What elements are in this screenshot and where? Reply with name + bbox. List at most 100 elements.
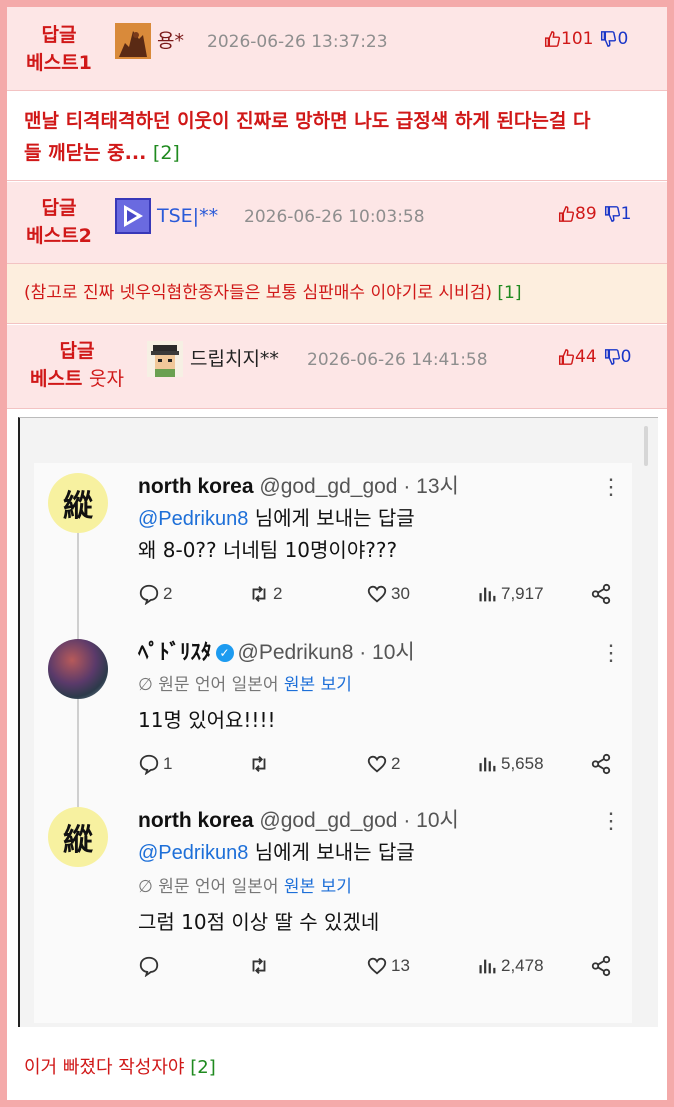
bar-chart-icon — [479, 757, 496, 772]
user-avatar[interactable] — [115, 23, 151, 59]
comment-date: 2026-06-26 14:41:58 — [307, 350, 488, 370]
best-reply-badge: 답글 베스트1 — [19, 21, 99, 77]
user-avatar[interactable] — [115, 198, 151, 234]
share-button[interactable] — [590, 951, 615, 981]
translate-icon: ∅ — [138, 877, 153, 897]
tweet-header: ﾍﾟﾄﾞﾘｽﾀ ✓ @Pedrikun8 · 10시 — [138, 639, 415, 667]
views-button[interactable]: 5,658 — [476, 749, 544, 779]
tweet-author[interactable]: north korea — [138, 475, 254, 498]
comment-list: 답글 베스트1 용* 2026-06-26 13:37:23 101 0 맨날 … — [7, 7, 667, 1100]
tweet-thread: 縱 north korea @god_gd_god · 13시 ⋮ @Pedri… — [34, 463, 632, 1023]
more-options-icon[interactable]: ⋮ — [600, 473, 622, 501]
downvote-button[interactable]: 0 — [599, 21, 628, 57]
tweet-actions: 1 2 5,658 — [138, 749, 618, 779]
share-button[interactable] — [590, 579, 615, 609]
vote-box: 44 0 — [557, 339, 631, 375]
like-button[interactable]: 13 — [366, 951, 410, 981]
comment-header: 답글 베스트1 용* 2026-06-26 13:37:23 101 0 — [7, 7, 667, 91]
retweet-icon — [252, 756, 266, 772]
retweet-button[interactable] — [248, 951, 273, 981]
tweet-avatar[interactable]: 縱 — [48, 473, 108, 533]
tweet[interactable]: 縱 north korea @god_gd_god · 10시 ⋮ @Pedri… — [34, 807, 632, 1007]
comment-date: 2026-06-26 10:03:58 — [244, 207, 425, 227]
downvote-button[interactable]: 0 — [603, 339, 632, 375]
reply-button[interactable]: 1 — [138, 749, 172, 779]
upvote-count: 44 — [575, 347, 597, 367]
username[interactable]: TSE|** — [157, 198, 218, 234]
upvote-count: 101 — [561, 29, 594, 49]
tweet-author[interactable]: ﾍﾟﾄﾞﾘｽﾀ — [138, 641, 212, 664]
comment-text: (참고로 진짜 넷우익혐한종자들은 보통 심판매수 이야기로 시비검) — [24, 283, 492, 303]
thumbs-down-icon — [604, 206, 620, 222]
tweet-header: north korea @god_gd_god · 13시 — [138, 473, 459, 501]
badge-line: 답글 — [41, 197, 77, 219]
tweet-text: 11명 있어요!!!! — [138, 708, 276, 732]
mention-link[interactable]: @Pedrikun8 — [138, 508, 248, 530]
translation-note: ∅ 원문 언어 일본어 원본 보기 — [138, 877, 352, 897]
tweet-handle: @god_gd_god · 13시 — [259, 475, 459, 498]
show-original-link[interactable]: 원본 보기 — [284, 675, 352, 695]
like-button[interactable]: 2 — [366, 749, 400, 779]
downvote-count: 0 — [620, 347, 632, 367]
tweet-handle: @god_gd_god · 10시 — [259, 809, 459, 832]
bar-chart-icon — [479, 959, 496, 974]
tweet-text: 그럼 10점 이상 딸 수 있겠네 — [138, 910, 380, 934]
downvote-button[interactable]: 1 — [603, 196, 632, 232]
reply-count[interactable]: [2] — [153, 142, 180, 164]
upvote-button[interactable]: 89 — [557, 196, 597, 232]
reply-to-line: @Pedrikun8 님에게 보내는 답글 — [138, 506, 415, 530]
translation-note: ∅ 원문 언어 일본어 원본 보기 — [138, 675, 352, 695]
badge-line: 베스트 웃자 — [29, 368, 125, 390]
comment-body: 맨날 티격태격하던 이웃이 진짜로 망하면 나도 급정색 하게 된다는걸 다 들… — [7, 91, 667, 181]
upvote-button[interactable]: 101 — [543, 21, 593, 57]
tweet-avatar[interactable] — [48, 639, 108, 699]
scrollbar — [644, 426, 648, 466]
downvote-count: 1 — [620, 204, 632, 224]
user-avatar[interactable] — [147, 341, 183, 377]
tweet-author[interactable]: north korea — [138, 809, 254, 832]
tweet-actions: 2 2 30 7,917 — [138, 579, 618, 609]
heart-icon — [367, 585, 387, 603]
comment-text: 들 깨닫는 중... — [24, 142, 147, 164]
upvote-count: 89 — [575, 204, 597, 224]
reply-icon — [139, 584, 159, 605]
reply-button[interactable]: 2 — [138, 579, 172, 609]
comment-body: (참고로 진짜 넷우익혐한종자들은 보통 심판매수 이야기로 시비검) [1] — [7, 264, 667, 324]
more-options-icon[interactable]: ⋮ — [600, 639, 622, 667]
vote-box: 101 0 — [543, 21, 628, 57]
reply-count[interactable]: [2] — [190, 1057, 216, 1078]
username[interactable]: 드립치지** — [190, 341, 279, 377]
comment-date: 2026-06-26 13:37:23 — [207, 32, 388, 52]
tweet-handle: @Pedrikun8 · 10시 — [237, 641, 415, 664]
upvote-button[interactable]: 44 — [557, 339, 597, 375]
tweet[interactable]: ﾍﾟﾄﾞﾘｽﾀ ✓ @Pedrikun8 · 10시 ⋮ ∅ 원문 언어 일본어 원… — [34, 639, 632, 795]
share-button[interactable] — [590, 749, 615, 779]
badge-line: 베스트1 — [26, 52, 92, 74]
reply-button[interactable] — [138, 951, 163, 981]
more-options-icon[interactable]: ⋮ — [600, 807, 622, 835]
thumbs-up-icon — [558, 206, 575, 222]
badge-line: 답글 — [59, 340, 95, 362]
show-original-link[interactable]: 원본 보기 — [284, 877, 352, 897]
tweet[interactable]: 縱 north korea @god_gd_god · 13시 ⋮ @Pedri… — [34, 463, 632, 623]
reply-count[interactable]: [1] — [497, 283, 521, 303]
comment-header: 답글 베스트 웃자 드립치지** 2026-06-26 14:41:58 44 — [7, 325, 667, 409]
comment-text: 이거 빠졌다 작성자야 — [24, 1057, 185, 1078]
mention-link[interactable]: @Pedrikun8 — [138, 842, 248, 864]
views-button[interactable]: 7,917 — [476, 579, 544, 609]
like-button[interactable]: 30 — [366, 579, 410, 609]
vote-box: 89 1 — [557, 196, 631, 232]
tweet-text: 왜 8-0?? 너네팀 10명이야??? — [138, 538, 398, 562]
tweet-actions: 13 2,478 — [138, 951, 618, 981]
downvote-count: 0 — [617, 29, 629, 49]
tweet-avatar[interactable]: 縱 — [48, 807, 108, 867]
badge-line: 베스트2 — [26, 225, 92, 247]
views-button[interactable]: 2,478 — [476, 951, 544, 981]
username[interactable]: 용* — [157, 23, 184, 59]
tweet-header: north korea @god_gd_god · 10시 — [138, 807, 459, 835]
translate-icon: ∅ — [138, 675, 153, 695]
retweet-button[interactable]: 2 — [248, 579, 282, 609]
attached-image[interactable]: 縱 north korea @god_gd_god · 13시 ⋮ @Pedri… — [18, 417, 658, 1027]
retweet-button[interactable] — [248, 749, 273, 779]
reply-icon — [139, 956, 159, 977]
